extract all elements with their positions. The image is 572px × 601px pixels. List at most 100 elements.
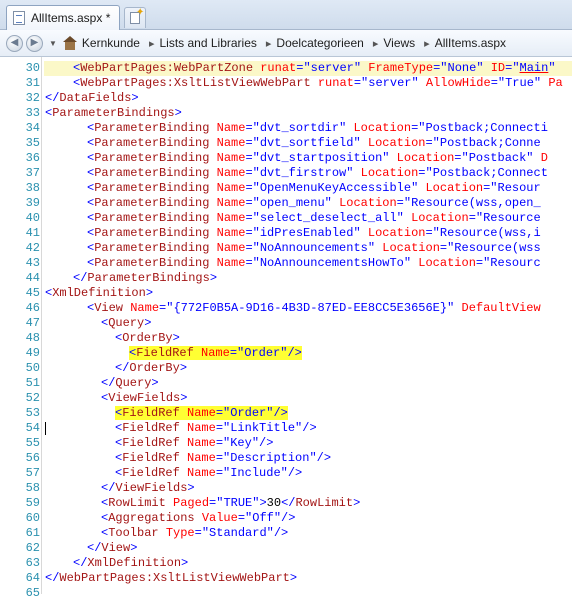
code-line[interactable]: 45 <XmlDefinition> — [0, 286, 572, 301]
new-tab-button[interactable]: ✦ — [124, 7, 146, 28]
token-attr: Name — [216, 166, 246, 180]
token-punc: > — [172, 331, 180, 345]
token-punc: =" — [159, 301, 174, 315]
token-punc: </ — [73, 556, 88, 570]
token-punc: "/> — [280, 466, 303, 480]
code-line[interactable]: 44 </ParameterBindings> — [0, 271, 572, 286]
token-val: dvt_startposition — [259, 151, 383, 165]
code-line[interactable]: 46 <View Name="{772F0B5A-9D16-4B3D-87ED-E… — [0, 301, 572, 316]
code-content: <Query> — [101, 316, 151, 330]
token-punc: "/> — [251, 436, 274, 450]
token-tag: XmlDefinition — [87, 556, 182, 570]
token-punc: > — [187, 481, 195, 495]
code-line[interactable]: 35 <ParameterBinding Name="dvt_sortfield"… — [0, 136, 572, 151]
token-attr: Pa — [548, 76, 563, 90]
code-line[interactable]: 58 </ViewFields> — [0, 481, 572, 496]
home-icon[interactable] — [62, 36, 77, 50]
token-punc: =" — [245, 226, 260, 240]
token-punc: " — [353, 61, 362, 75]
code-line[interactable]: 56 <FieldRef Name="Description"/> — [0, 451, 572, 466]
code-text: </ViewFields> — [45, 481, 195, 496]
code-line[interactable]: 64 </WebPartPages:XsltListViewWebPart> — [0, 571, 572, 586]
code-text: </XmlDefinition> — [45, 556, 188, 571]
breadcrumb-item-lists-and-libraries[interactable]: Lists and Libraries — [160, 36, 257, 50]
code-line[interactable]: 37 <ParameterBinding Name="dvt_firstrow" … — [0, 166, 572, 181]
chevron-right-icon: ▸ — [372, 37, 379, 50]
code-line[interactable]: 48 <OrderBy> — [0, 331, 572, 346]
code-line[interactable]: 62 </View> — [0, 541, 572, 556]
token-punc: </ — [45, 91, 60, 105]
tab-allitems[interactable]: AllItems.aspx * — [6, 5, 120, 30]
forward-arrow-icon[interactable]: ▶ — [26, 34, 43, 52]
token-tag: RowLimit — [295, 496, 354, 510]
breadcrumb-item-kernkunde[interactable]: Kernkunde — [82, 36, 140, 50]
token-val: Description — [230, 451, 310, 465]
chevron-right-icon: ▸ — [148, 37, 155, 50]
code-line[interactable]: 43 <ParameterBinding Name="NoAnnouncement… — [0, 256, 572, 271]
token-val: select_deselect_all — [259, 211, 397, 225]
code-line[interactable]: 57 <FieldRef Name="Include"/> — [0, 466, 572, 481]
code-line[interactable]: 30 <WebPartPages:WebPartZone runat="serve… — [0, 61, 572, 76]
code-line[interactable]: 53 <FieldRef Name="Order"/> — [0, 406, 572, 421]
token-attr: runat — [260, 61, 297, 75]
code-line[interactable]: 61 <Toolbar Type="Standard"/> — [0, 526, 572, 541]
line-number: 38 — [25, 181, 40, 195]
code-content: </XmlDefinition> — [73, 556, 188, 570]
token-punc: > — [144, 316, 152, 330]
token-punc: =" — [215, 451, 231, 465]
breadcrumb-item-views[interactable]: Views — [383, 36, 415, 50]
code-line[interactable]: 49 <FieldRef Name="Order"/> — [0, 346, 572, 361]
token-attr: Name — [187, 406, 216, 420]
line-number: 54 — [25, 421, 40, 435]
code-line[interactable]: 50 </OrderBy> — [0, 361, 572, 376]
back-arrow-icon[interactable]: ◀ — [6, 34, 23, 52]
chevron-down-icon[interactable]: ▼ — [49, 39, 57, 48]
code-line[interactable]: 60 <Aggregations Value="Off"/> — [0, 511, 572, 526]
token-val: dvt_sortfield — [259, 136, 354, 150]
code-line[interactable]: 54 <FieldRef Name="LinkTitle"/> — [0, 421, 572, 436]
code-line[interactable]: 47 <Query> — [0, 316, 572, 331]
code-line[interactable]: 41 <ParameterBinding Name="idPresEnabled"… — [0, 226, 572, 241]
breadcrumb-item-doelcategorieen[interactable]: Doelcategorieen — [276, 36, 363, 50]
code-line[interactable]: 55 <FieldRef Name="Key"/> — [0, 436, 572, 451]
search-highlight: <FieldRef Name="Order"/> — [115, 406, 288, 420]
code-line[interactable]: 34 <ParameterBinding Name="dvt_sortdir" L… — [0, 121, 572, 136]
token-punc: " — [353, 226, 361, 240]
code-line[interactable]: 40 <ParameterBinding Name="select_deselec… — [0, 211, 572, 226]
chevron-right-icon: ▸ — [424, 37, 430, 50]
line-number: 41 — [25, 226, 40, 240]
token-tag: ParameterBinding — [94, 226, 210, 240]
code-line[interactable]: 32 </DataFields> — [0, 91, 572, 106]
code-line[interactable]: 36 <ParameterBinding Name="dvt_startposit… — [0, 151, 572, 166]
code-line[interactable]: 51 </Query> — [0, 376, 572, 391]
token-attr: Value — [201, 511, 238, 525]
line-number: 30 — [25, 61, 40, 75]
code-content: <ParameterBinding Name="NoAnnouncements"… — [87, 241, 541, 255]
code-content: <FieldRef Name="Description"/> — [115, 451, 331, 465]
code-line[interactable]: 39 <ParameterBinding Name="open_menu" Loc… — [0, 196, 572, 211]
code-editor[interactable]: 30 <WebPartPages:WebPartZone runat="serve… — [0, 57, 572, 600]
token-val: Order — [244, 346, 281, 360]
code-line[interactable]: 31 <WebPartPages:XsltListViewWebPart runa… — [0, 76, 572, 91]
token-tag: WebPartPages:XsltListViewWebPart — [80, 76, 311, 90]
line-number: 61 — [25, 526, 40, 540]
code-line[interactable]: 42 <ParameterBinding Name="NoAnnouncement… — [0, 241, 572, 256]
line-number: 49 — [25, 346, 40, 360]
code-line[interactable]: 38 <ParameterBinding Name="OpenMenuKeyAcc… — [0, 181, 572, 196]
token-punc: =" — [245, 166, 260, 180]
text-caret — [45, 422, 46, 435]
breadcrumb-item-allitems[interactable]: AllItems.aspx — [435, 36, 506, 50]
code-content: <Toolbar Type="Standard"/> — [101, 526, 288, 540]
code-line[interactable]: 33 <ParameterBindings> — [0, 106, 572, 121]
token-tag: ParameterBinding — [94, 151, 210, 165]
token-punc: =" — [245, 196, 260, 210]
token-val: Resource(wss,open_ — [411, 196, 541, 210]
token-text: 30 — [266, 496, 282, 510]
code-line[interactable]: 52 <ViewFields> — [0, 391, 572, 406]
code-line[interactable]: 59 <RowLimit Paged="TRUE">30</RowLimit> — [0, 496, 572, 511]
code-line[interactable]: 63 </XmlDefinition> — [0, 556, 572, 571]
token-punc: "> — [252, 496, 267, 510]
